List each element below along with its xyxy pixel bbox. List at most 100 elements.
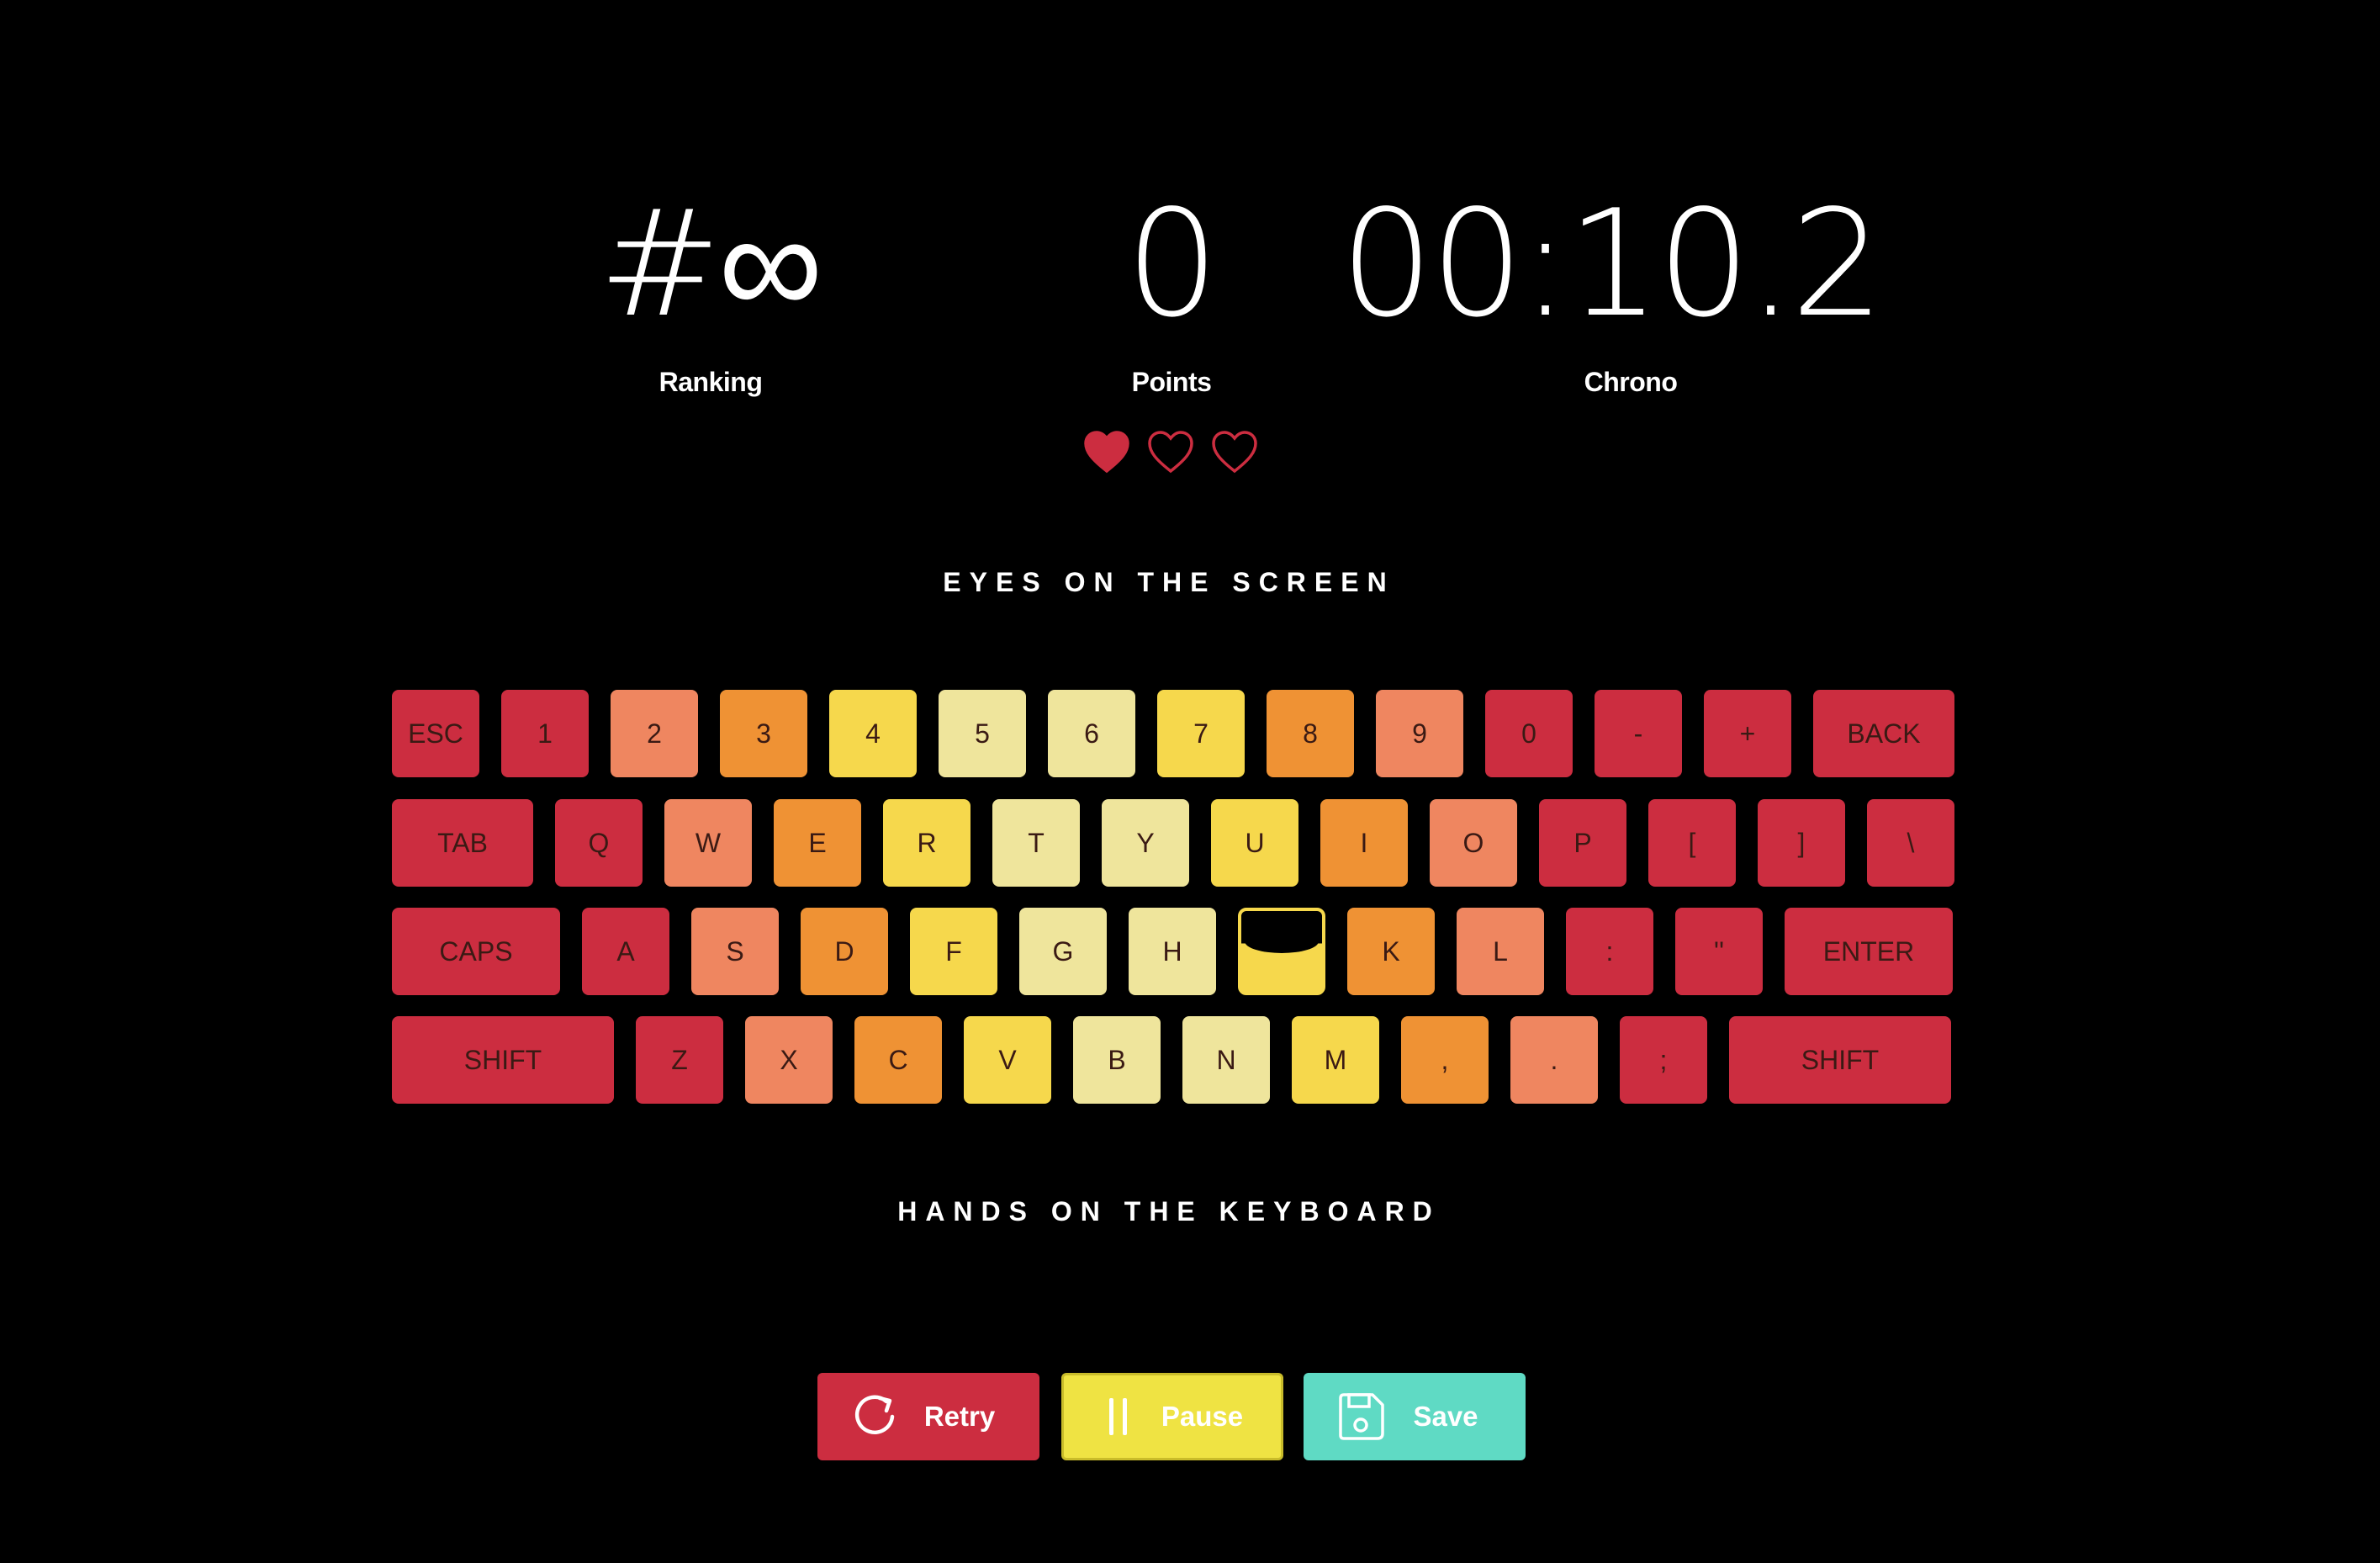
ranking-value: #∞: [598, 179, 822, 350]
key-enter: ENTER: [1785, 908, 1953, 995]
key-g: G: [1019, 908, 1107, 995]
key-x: X: [745, 1016, 833, 1104]
heart-empty-icon: [1148, 431, 1193, 474]
key-symbol: .: [1510, 1016, 1598, 1104]
key-tab: TAB: [392, 799, 533, 887]
key-3: 3: [720, 690, 807, 777]
key-d: D: [801, 908, 888, 995]
key-label: [: [1688, 827, 1696, 858]
pause-icon: [1109, 1398, 1127, 1435]
key-label: 9: [1412, 718, 1427, 749]
key-label: A: [616, 935, 635, 967]
key-n: N: [1182, 1016, 1270, 1104]
key-symbol: -: [1595, 690, 1682, 777]
key-label: ,: [1441, 1044, 1449, 1075]
key-label: W: [695, 827, 722, 858]
key-label: V: [998, 1044, 1017, 1075]
key-label: \: [1907, 827, 1915, 858]
key-label: ESC: [408, 718, 463, 749]
key-label: T: [1028, 827, 1045, 858]
key-caps: CAPS: [392, 908, 560, 995]
key-k: K: [1347, 908, 1435, 995]
key-symbol: +: [1704, 690, 1791, 777]
key-v: V: [964, 1016, 1051, 1104]
key-l: L: [1457, 908, 1544, 995]
key-symbol: '': [1675, 908, 1763, 995]
key-e: E: [774, 799, 861, 887]
key-8: 8: [1267, 690, 1354, 777]
key-label: SHIFT: [1801, 1044, 1880, 1075]
key-j: J: [1238, 908, 1325, 995]
key-label: G: [1052, 935, 1074, 967]
key-u: U: [1211, 799, 1298, 887]
pause-label: Pause: [1161, 1401, 1244, 1432]
key-label: ]: [1797, 827, 1806, 858]
key-h: H: [1129, 908, 1216, 995]
hands-heading: HANDS ON THE KEYBOARD: [897, 1196, 1441, 1227]
key-symbol: \: [1867, 799, 1954, 887]
key-6: 6: [1048, 690, 1135, 777]
key-label: Z: [671, 1044, 688, 1075]
key-1: 1: [501, 690, 589, 777]
key-f: F: [910, 908, 997, 995]
floppy-icon: [1339, 1393, 1384, 1440]
key-p: P: [1539, 799, 1626, 887]
key-shift: SHIFT: [392, 1016, 614, 1104]
key-esc: ESC: [392, 690, 479, 777]
key-label: Y: [1136, 827, 1155, 858]
key-label: SHIFT: [463, 1044, 542, 1075]
key-t: T: [992, 799, 1080, 887]
key-symbol: :: [1566, 908, 1653, 995]
key-label: S: [726, 935, 744, 967]
key-label: :: [1605, 935, 1614, 967]
key-label: D: [834, 935, 854, 967]
key-label: F: [945, 935, 962, 967]
key-2: 2: [611, 690, 698, 777]
key-label: BACK: [1847, 718, 1921, 749]
key-5: 5: [939, 690, 1026, 777]
heart-empty-icon: [1212, 431, 1257, 474]
key-label: K: [1382, 935, 1400, 967]
key-7: 7: [1157, 690, 1245, 777]
retry-button[interactable]: Retry: [817, 1373, 1039, 1460]
key-shift: SHIFT: [1729, 1016, 1951, 1104]
key-label: P: [1573, 827, 1592, 858]
key-b: B: [1073, 1016, 1161, 1104]
chrono-value: 00:10.2: [1340, 179, 1884, 350]
retry-label: Retry: [923, 1401, 996, 1432]
pause-button[interactable]: Pause: [1061, 1373, 1283, 1460]
key-label: +: [1739, 718, 1756, 749]
key-4: 4: [829, 690, 917, 777]
key-label: Q: [588, 827, 610, 858]
points-value: 0: [1125, 179, 1219, 350]
key-a: A: [582, 908, 669, 995]
save-button[interactable]: Save: [1304, 1373, 1526, 1460]
key-label: 6: [1084, 718, 1099, 749]
retry-icon: [854, 1395, 895, 1434]
key-label: .: [1550, 1044, 1558, 1075]
key-label: ENTER: [1822, 935, 1915, 967]
key-back: BACK: [1813, 690, 1954, 777]
lives: [1083, 429, 1260, 479]
key-label: ;: [1659, 1044, 1668, 1075]
key-symbol: ]: [1758, 799, 1845, 887]
key-s: S: [691, 908, 779, 995]
key-label: 4: [865, 718, 881, 749]
save-label: Save: [1413, 1401, 1478, 1432]
key-y: Y: [1102, 799, 1189, 887]
eyes-heading: EYES ON THE SCREEN: [943, 567, 1395, 597]
key-label: 8: [1303, 718, 1318, 749]
key-label: 5: [975, 718, 990, 749]
key-symbol: [: [1648, 799, 1736, 887]
key-label: 0: [1521, 718, 1536, 749]
key-i: I: [1320, 799, 1408, 887]
key-label: R: [917, 827, 937, 858]
key-label: TAB: [437, 827, 488, 858]
key-z: Z: [636, 1016, 723, 1104]
key-m: M: [1292, 1016, 1379, 1104]
key-0: 0: [1485, 690, 1573, 777]
key-label: N: [1216, 1044, 1236, 1075]
key-symbol: ;: [1620, 1016, 1707, 1104]
key-r: R: [883, 799, 971, 887]
chrono-label: Chrono: [1584, 367, 1678, 397]
